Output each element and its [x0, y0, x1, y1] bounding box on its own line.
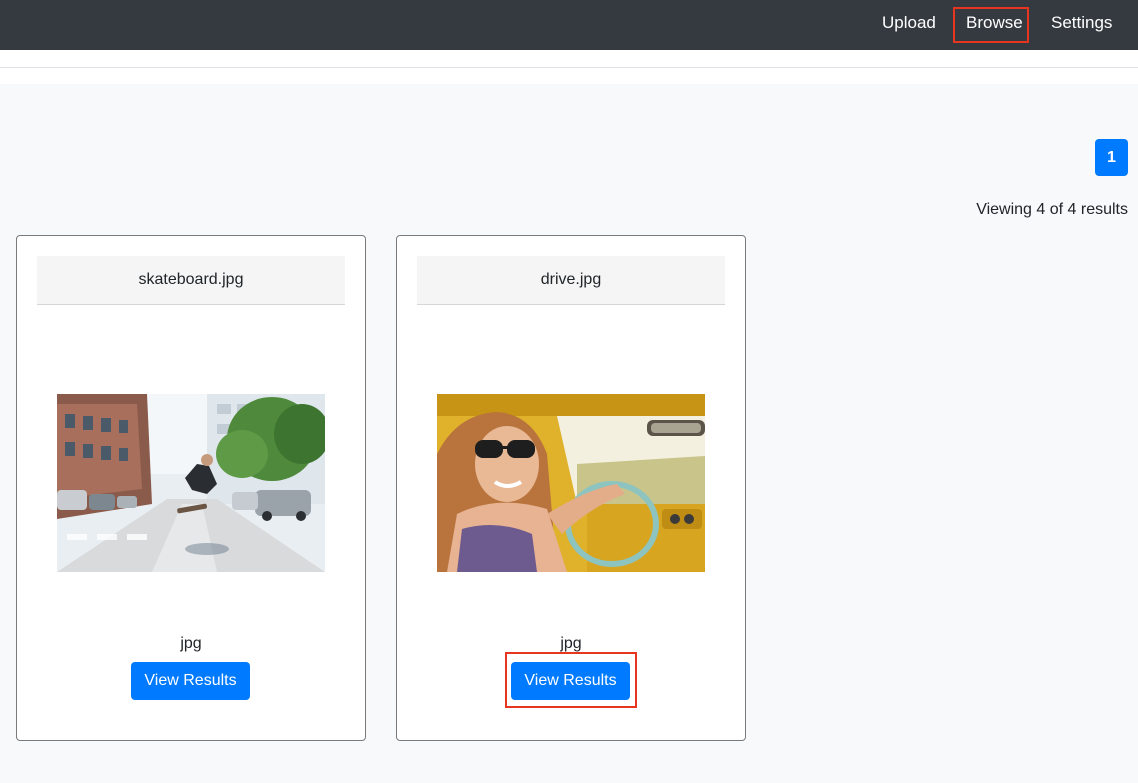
view-results-button[interactable]: View Results: [511, 662, 630, 700]
subheader-band: [0, 50, 1138, 68]
nav-upload-link[interactable]: Upload: [882, 12, 936, 34]
card-filename: skateboard.jpg: [37, 256, 345, 305]
card-file-type: jpg: [180, 635, 202, 652]
skateboard-image: [57, 394, 325, 572]
card-filename: drive.jpg: [417, 256, 725, 305]
woman-driving-car-photo-icon: [437, 394, 705, 572]
skateboarder-street-photo-icon: [57, 394, 325, 572]
card-file-type: jpg: [560, 635, 582, 652]
view-results-button[interactable]: View Results: [131, 662, 250, 700]
top-navbar: Upload Browse Settings: [0, 0, 1138, 50]
subheader-band-lower: [0, 68, 1138, 84]
result-card: drive.jpg jpg View Results: [396, 235, 746, 741]
pagination-page-button[interactable]: 1: [1095, 139, 1128, 176]
nav-browse-link[interactable]: Browse: [966, 12, 1023, 34]
result-card: skateboard.jpg jpg View Results: [16, 235, 366, 741]
results-summary: Viewing 4 of 4 results: [976, 201, 1128, 218]
drive-image: [437, 394, 705, 572]
nav-settings-link[interactable]: Settings: [1051, 12, 1112, 34]
